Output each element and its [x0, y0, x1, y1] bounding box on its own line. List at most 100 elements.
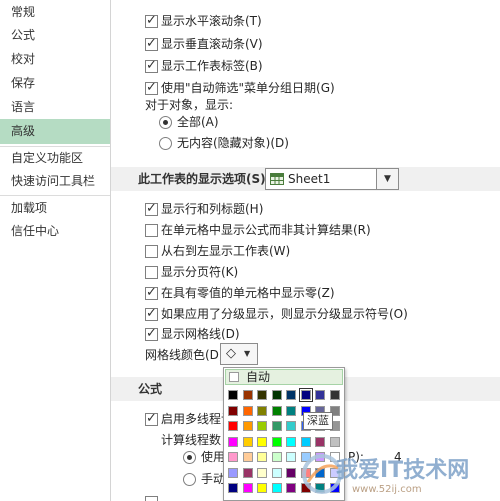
- automatic-swatch: [229, 372, 239, 382]
- color-swatch[interactable]: [298, 388, 313, 402]
- group-dates-checkbox[interactable]: [145, 79, 158, 97]
- objects-display-label: 对于对象，显示:: [145, 98, 234, 112]
- color-swatch[interactable]: [286, 467, 296, 478]
- color-swatch[interactable]: [257, 421, 267, 431]
- automatic-color-option[interactable]: 自动: [225, 369, 343, 385]
- show-gridlines-label: 显示网格线(D): [161, 327, 240, 341]
- nav-item-customize-ribbon[interactable]: 自定义功能区: [0, 147, 110, 169]
- color-swatch[interactable]: [242, 390, 253, 400]
- color-swatch[interactable]: [228, 421, 238, 431]
- show-headers-checkbox[interactable]: [145, 200, 158, 218]
- color-swatch[interactable]: [242, 483, 253, 493]
- color-swatch[interactable]: [286, 452, 296, 462]
- multithread-checkbox[interactable]: [145, 410, 158, 428]
- nav-item-proofing[interactable]: 校对: [0, 48, 110, 70]
- nav-item-advanced[interactable]: 高级: [0, 119, 110, 144]
- options-sidebar: 常规 公式 校对 保存 语言 高级 自定义功能区 快速访问工具栏 加载项 信任中…: [0, 0, 111, 501]
- color-swatch[interactable]: [315, 390, 325, 400]
- color-swatch[interactable]: [257, 452, 267, 462]
- color-swatch[interactable]: [257, 390, 267, 400]
- right-to-left-label: 从右到左显示工作表(W): [161, 244, 291, 258]
- color-swatch[interactable]: [242, 452, 253, 462]
- color-swatch[interactable]: [228, 436, 238, 447]
- watermark-text: 我爱IT技术网: [336, 458, 470, 483]
- color-swatch[interactable]: [242, 467, 253, 478]
- show-formulas-checkbox[interactable]: [145, 224, 158, 237]
- show-zero-label: 在具有零值的单元格中显示零(Z): [161, 286, 335, 300]
- color-swatch[interactable]: [286, 436, 296, 447]
- sheet-display-section-title: 此工作表的显示选项(S):: [138, 172, 271, 186]
- color-swatch[interactable]: [257, 467, 267, 478]
- nav-item-quick-access-toolbar[interactable]: 快速访问工具栏: [0, 170, 110, 192]
- color-swatch[interactable]: [271, 436, 282, 447]
- color-swatch[interactable]: [271, 467, 282, 478]
- color-swatch[interactable]: [228, 452, 238, 462]
- hide-objects-label: 无内容(隐藏对象)(D): [177, 136, 289, 150]
- color-swatch[interactable]: [271, 452, 282, 462]
- show-outline-symbols-label: 如果应用了分级显示，则显示分级显示符号(O): [161, 307, 408, 321]
- show-page-breaks-checkbox[interactable]: [145, 266, 158, 279]
- nav-item-addins[interactable]: 加载项: [0, 197, 110, 219]
- nav-item-formulas[interactable]: 公式: [0, 24, 110, 46]
- nav-item-save[interactable]: 保存: [0, 72, 110, 94]
- color-swatch[interactable]: [228, 390, 238, 400]
- show-outline-symbols-checkbox[interactable]: [145, 305, 158, 323]
- color-swatch[interactable]: [329, 390, 340, 400]
- chevron-down-icon: ▼: [244, 349, 251, 358]
- show-sheet-tabs-label: 显示工作表标签(B): [161, 59, 263, 73]
- color-swatch[interactable]: [271, 421, 282, 431]
- show-vscroll-checkbox[interactable]: [145, 35, 158, 53]
- color-swatch[interactable]: [257, 436, 267, 447]
- color-swatch[interactable]: [228, 483, 238, 493]
- group-dates-label: 使用"自动筛选"菜单分组日期(G): [161, 81, 335, 95]
- color-swatch[interactable]: [286, 405, 296, 416]
- thread-count-label: 计算线程数: [161, 433, 222, 447]
- color-swatch[interactable]: [286, 390, 296, 400]
- use-all-processors-radio[interactable]: [183, 451, 196, 464]
- nav-item-trust-center[interactable]: 信任中心: [0, 220, 110, 242]
- show-hscroll-label: 显示水平滚动条(T): [161, 14, 262, 28]
- show-vscroll-label: 显示垂直滚动条(V): [161, 37, 263, 51]
- show-page-breaks-label: 显示分页符(K): [161, 265, 239, 279]
- partially-hidden-checkbox[interactable]: [145, 496, 158, 501]
- sheet-select-value: Sheet1: [288, 172, 331, 186]
- manual-threads-label: 手动: [201, 472, 226, 486]
- color-swatch[interactable]: [242, 421, 253, 431]
- show-hscroll-checkbox[interactable]: [145, 12, 158, 30]
- gridline-color-button[interactable]: ◇ ▼: [220, 343, 258, 365]
- gridline-color-label: 网格线颜色(D): [145, 348, 224, 362]
- manual-threads-radio[interactable]: [183, 473, 196, 486]
- sheet-select-dropdown[interactable]: Sheet1 ▼: [265, 168, 399, 190]
- color-swatch[interactable]: [271, 405, 282, 416]
- watermark-url: www.52ij.com: [352, 484, 422, 495]
- color-swatch[interactable]: [300, 436, 311, 447]
- color-swatch[interactable]: [228, 405, 238, 416]
- color-swatch[interactable]: [271, 390, 282, 400]
- paint-bucket-icon: ◇: [226, 346, 236, 361]
- color-swatch[interactable]: [286, 483, 296, 493]
- color-swatch[interactable]: [257, 483, 267, 493]
- hide-objects-radio[interactable]: [159, 137, 172, 150]
- right-to-left-checkbox[interactable]: [145, 245, 158, 258]
- color-swatch[interactable]: [271, 483, 282, 493]
- sheet-icon: [270, 173, 284, 185]
- show-headers-label: 显示行和列标题(H): [161, 202, 264, 216]
- show-all-objects-radio[interactable]: [159, 116, 172, 129]
- color-swatch[interactable]: [228, 467, 238, 478]
- nav-item-language[interactable]: 语言: [0, 96, 110, 118]
- color-swatch[interactable]: [257, 405, 267, 416]
- nav-separator: [0, 195, 110, 196]
- nav-item-general[interactable]: 常规: [0, 1, 110, 23]
- show-formulas-label: 在单元格中显示公式而非其计算结果(R): [161, 223, 371, 237]
- color-swatch[interactable]: [329, 436, 340, 447]
- color-swatch[interactable]: [286, 421, 296, 431]
- automatic-label: 自动: [246, 370, 271, 384]
- show-gridlines-checkbox[interactable]: [145, 325, 158, 343]
- color-swatch[interactable]: [315, 436, 325, 447]
- color-swatch[interactable]: [242, 436, 253, 447]
- chevron-down-icon[interactable]: ▼: [376, 169, 398, 189]
- show-sheet-tabs-checkbox[interactable]: [145, 57, 158, 75]
- formula-section-title: 公式: [138, 382, 163, 396]
- color-swatch[interactable]: [242, 405, 253, 416]
- show-zero-checkbox[interactable]: [145, 284, 158, 302]
